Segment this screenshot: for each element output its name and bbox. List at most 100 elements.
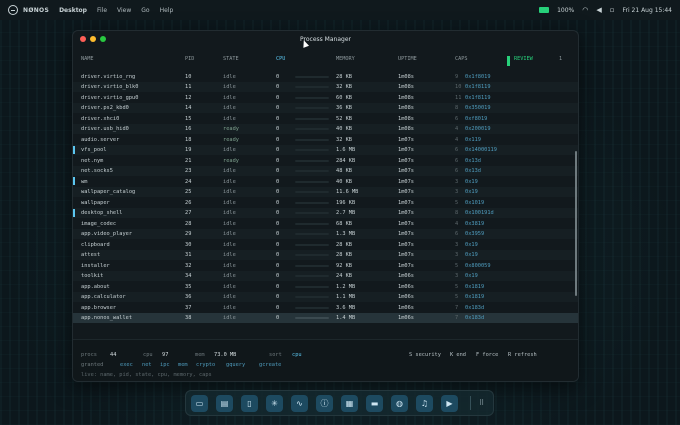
menu-go[interactable]: Go: [141, 7, 149, 14]
proc-memory: 1.1 MB: [336, 294, 356, 300]
caps-count: 3: [455, 252, 459, 258]
sort-value[interactable]: cpu: [292, 352, 302, 358]
cpu-bar: [295, 222, 329, 225]
proc-cpu: 0: [276, 115, 280, 122]
col-cpu[interactable]: CPU: [276, 56, 285, 62]
clock[interactable]: Fri 21 Aug 15:44: [622, 7, 672, 14]
cpu-bar: [295, 191, 329, 193]
activity-icon[interactable]: ∿: [291, 394, 308, 412]
settings-icon[interactable]: ✳: [266, 394, 283, 412]
table-row[interactable]: driver.ps2_kbd0 14 idle 0 36 KB 1m08s 8 0x35001…: [73, 102, 578, 113]
table-row[interactable]: net.socks5 23 idle 0 48 KB 1m07s 6 0x13d: [73, 165, 578, 176]
proc-memory: 11.6 MB: [336, 189, 359, 195]
table-row[interactable]: driver.usb_hid0 16 ready 0 40 KB 1m08s 4 0x2000…: [73, 123, 578, 134]
app-grid-icon[interactable]: ⠿: [479, 399, 484, 407]
document-icon[interactable]: ▯: [241, 394, 258, 412]
table-row[interactable]: driver.virtio_rng 10 idle 0 28 KB 1m08s 9 0x1f8…: [73, 71, 578, 82]
menu-file[interactable]: File: [97, 7, 107, 14]
terminal-icon[interactable]: ▭: [191, 394, 208, 412]
col-review[interactable]: REVIEW: [514, 56, 533, 62]
proc-name: net.nym: [81, 157, 104, 164]
clipboard-icon[interactable]: ▦: [341, 394, 358, 412]
proc-cpu: 0: [276, 147, 280, 153]
battery-icon[interactable]: [539, 7, 550, 13]
proc-uptime: 1m06s: [398, 283, 414, 290]
hint-end[interactable]: K end: [450, 352, 466, 358]
caps-mask: 0x1f8119: [465, 94, 491, 101]
col-pid[interactable]: PID: [185, 56, 194, 62]
proc-memory: 2.7 MB: [336, 210, 356, 216]
proc-pid: 19: [185, 147, 192, 153]
table-row[interactable]: audio.server 18 ready 0 32 KB 1m07s 4 0x119: [73, 134, 578, 145]
nonos-logo-icon[interactable]: [8, 5, 18, 15]
col-state[interactable]: STATE: [223, 56, 239, 62]
video-icon[interactable]: ▶: [441, 394, 458, 412]
proc-pid: 28: [185, 220, 192, 227]
proc-state: idle: [223, 231, 236, 237]
cpu-bar: [295, 86, 329, 88]
table-row[interactable]: installer 32 idle 0 92 KB 1m07s 5 0x800059: [73, 260, 578, 271]
table-row[interactable]: driver.xhci0 15 idle 0 52 KB 1m08s 6 0xf8019: [73, 113, 578, 124]
wallet-icon[interactable]: ▬: [366, 394, 383, 412]
proc-pid: 30: [185, 241, 192, 248]
table-row[interactable]: vfs_pool 19 idle 0 1.6 MB 1m07s 6 0x14000119: [73, 144, 578, 155]
table-row[interactable]: wm 24 idle 0 40 KB 1m07s 3 0x19: [73, 176, 578, 187]
proc-pid: 23: [185, 168, 192, 174]
grant-exec: exec: [120, 362, 133, 368]
music-icon[interactable]: ♫: [416, 394, 433, 412]
proc-pid: 35: [185, 283, 192, 290]
table-row[interactable]: attest 31 idle 0 28 KB 1m07s 3 0x19: [73, 249, 578, 260]
menu-help[interactable]: Help: [160, 7, 174, 14]
caps-mask: 0x1819: [465, 283, 485, 290]
proc-state: idle: [223, 315, 236, 321]
menu-view[interactable]: View: [117, 7, 131, 14]
proc-name: driver.xhci0: [81, 115, 120, 122]
table-row[interactable]: app.nonos_wallet 38 idle 0 1.4 MB 1m06s 7 0x183…: [73, 312, 578, 323]
caps-mask: 0x3819: [465, 220, 485, 227]
hint-force[interactable]: F force: [476, 352, 498, 358]
table-row[interactable]: app.browser 37 idle 0 3.6 MB 1m06s 7 0x183d: [73, 302, 578, 313]
col-uptime[interactable]: UPTIME: [398, 56, 417, 62]
proc-pid: 12: [185, 94, 192, 101]
table-row[interactable]: driver.virtio_gpu0 12 idle 0 60 KB 1m08s 11 0x1…: [73, 92, 578, 103]
proc-uptime: 1m06s: [398, 273, 414, 279]
col-name[interactable]: NAME: [81, 56, 94, 62]
proc-memory: 36 KB: [336, 105, 352, 111]
folder-icon[interactable]: ▤: [216, 394, 233, 412]
proc-pid: 14: [185, 105, 192, 111]
proc-name: image_codec: [81, 220, 117, 227]
cpu-bar: [295, 212, 329, 214]
table-row[interactable]: toolkit 34 idle 0 24 KB 1m06s 3 0x19: [73, 270, 578, 281]
hint-security[interactable]: S security: [409, 352, 441, 358]
proc-memory: 40 KB: [336, 126, 352, 132]
proc-pid: 18: [185, 136, 192, 143]
workspace-label[interactable]: Desktop: [59, 7, 87, 14]
table-row[interactable]: wallpaper_catalog 25 idle 0 11.6 MB 1m07s 3 0x1…: [73, 186, 578, 197]
proc-cpu: 0: [276, 178, 280, 185]
table-row[interactable]: desktop_shell 27 idle 0 2.7 MB 1m07s 8 0x100191…: [73, 207, 578, 218]
volume-icon[interactable]: ◀: [596, 6, 601, 14]
mem-label: mem: [195, 352, 205, 358]
table-row[interactable]: app.about 35 idle 0 1.2 MB 1m06s 5 0x1819: [73, 281, 578, 292]
table-row[interactable]: net.nym 21 ready 0 284 KB 1m07s 6 0x13d: [73, 155, 578, 166]
wifi-icon[interactable]: ◠: [582, 6, 588, 14]
table-row[interactable]: image_codec 28 idle 0 68 KB 1m07s 4 0x3819: [73, 218, 578, 229]
table-row[interactable]: app.video_player 29 idle 0 1.3 MB 1m07s 6 0x395…: [73, 228, 578, 239]
hint-refresh[interactable]: R refresh: [508, 352, 537, 358]
col-caps[interactable]: CAPS: [455, 56, 468, 62]
proc-pid: 26: [185, 199, 192, 206]
top-bar: NØNOS Desktop File View Go Help 100% ◠ ◀…: [0, 0, 680, 20]
table-row[interactable]: clipboard 30 idle 0 28 KB 1m07s 3 0x19: [73, 239, 578, 250]
table-row[interactable]: app.calculator 36 idle 0 1.1 MB 1m06s 5 0x1819: [73, 291, 578, 302]
notification-icon[interactable]: ▫: [610, 6, 615, 14]
globe-icon[interactable]: ◍: [391, 394, 408, 412]
info-icon[interactable]: ⓘ: [316, 394, 333, 412]
window-titlebar[interactable]: Process Manager: [73, 31, 578, 48]
scrollbar[interactable]: [575, 151, 577, 296]
table-row[interactable]: wallpaper 26 idle 0 196 KB 1m07s 5 0x1019: [73, 197, 578, 208]
proc-name: vfs_pool: [81, 147, 107, 153]
proc-state: idle: [223, 115, 236, 122]
caps-mask: 0x1f8019: [465, 73, 491, 80]
table-row[interactable]: driver.virtio_blk0 11 idle 0 32 KB 1m08s 10 0x1…: [73, 81, 578, 92]
col-memory[interactable]: MEMORY: [336, 56, 355, 62]
